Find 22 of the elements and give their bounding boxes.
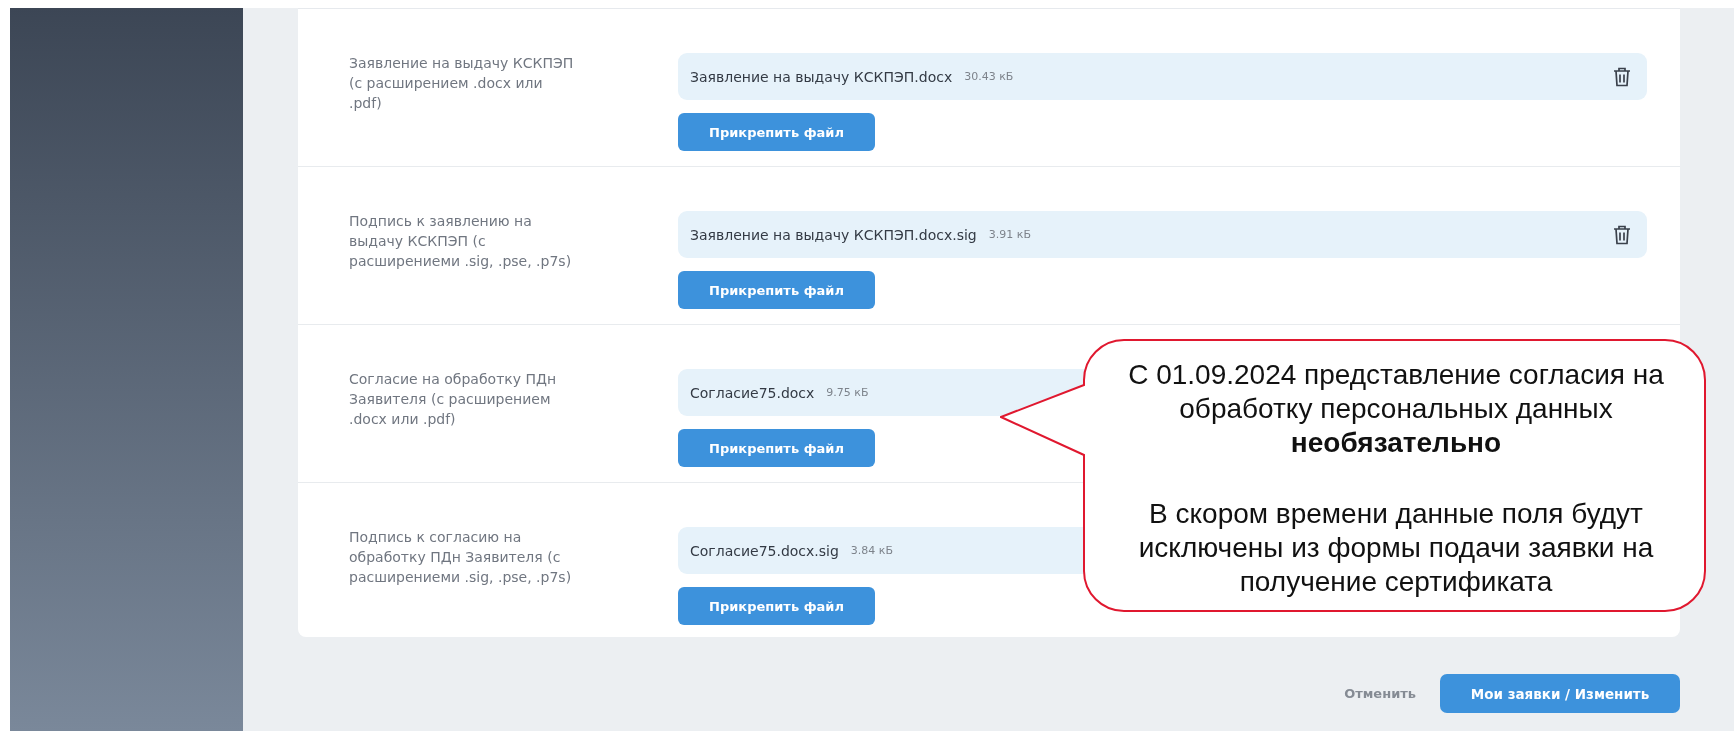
file-size: 30.43 кБ [964, 70, 1014, 83]
attach-file-button[interactable]: Прикрепить файл [678, 113, 875, 151]
callout-text: В скором времени данные поля будут исключены из формы подачи заявки на получение сертификата [1137, 497, 1655, 599]
file-name: Согласие75.docx.sig [690, 542, 839, 559]
file-name: Заявление на выдачу КСКПЭП.docx.sig [690, 226, 977, 243]
attach-file-button[interactable]: Прикрепить файл [678, 429, 875, 467]
file-size: 3.84 кБ [850, 544, 894, 557]
trash-icon[interactable] [1613, 224, 1631, 245]
attach-file-button[interactable]: Прикрепить файл [678, 271, 875, 309]
file-name: Согласие75.docx [690, 384, 815, 401]
file-name: Заявление на выдачу КСКПЭП.docx [690, 68, 953, 85]
callout-text: С 01.09.2024 представление согласия на обработку персональных данных необязательно [1127, 358, 1665, 460]
attach-file-button[interactable]: Прикрепить файл [678, 587, 875, 625]
trash-icon[interactable] [1613, 66, 1631, 87]
cancel-button[interactable]: Отменить [1344, 686, 1416, 701]
field-label: Согласие на обработку ПДн Заявителя (с расширением .docx или .pdf) [349, 370, 558, 429]
field-label: Заявление на выдачу КСКПЭП (с расширением .docx или .pdf) [349, 54, 575, 113]
field-label: Подпись к согласию на обработку ПДн Заявителя (с расширениеми .sig, .pse, .p7s) [349, 528, 573, 587]
submit-button[interactable]: Мои заявки / Изменить [1440, 674, 1680, 713]
file-size: 3.91 кБ [988, 228, 1031, 241]
field-label: Подпись к заявлению на выдачу КСКПЭП (с расширениеми .sig, .pse, .p7s) [349, 212, 573, 271]
file-size: 9.75 кБ [826, 386, 869, 399]
